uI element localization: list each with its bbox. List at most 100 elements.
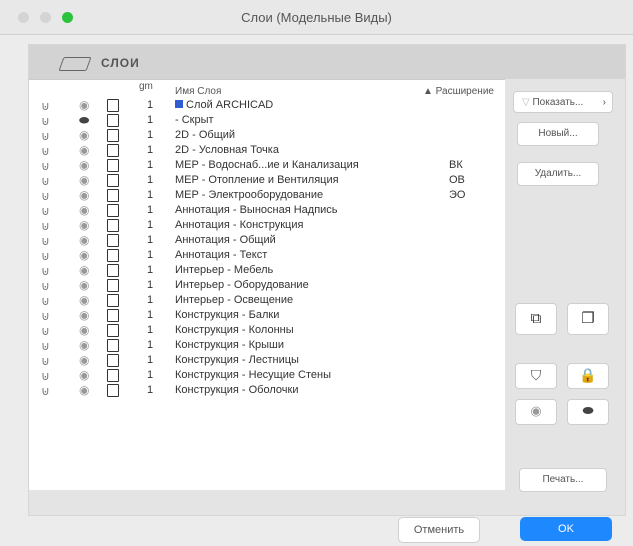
eye-open-icon[interactable]: ◉	[79, 368, 89, 383]
eye-open-icon[interactable]: ◉	[79, 383, 89, 398]
layer-page-icon[interactable]	[107, 114, 119, 127]
layer-name: 2D - Общий	[175, 129, 236, 141]
layer-page-icon[interactable]	[107, 339, 119, 352]
unlock-layers-icon[interactable]: ⛉	[515, 363, 557, 389]
eye-open-icon[interactable]: ◉	[79, 353, 89, 368]
column-header-name[interactable]: Имя Слоя	[175, 86, 221, 97]
delete-layer-button[interactable]: Удалить...	[517, 162, 599, 186]
eye-open-icon[interactable]: ◉	[79, 188, 89, 203]
lock-toggle-icon[interactable]: ⊍	[41, 99, 50, 114]
column-header-extension[interactable]: ▲ Расширение	[423, 86, 494, 97]
layer-row[interactable]: ⊍ ◉ 1 2D - Условная Точка	[29, 143, 505, 158]
eye-open-icon[interactable]: ◉	[79, 263, 89, 278]
layer-row[interactable]: ⊍ ◉ 1 Конструкция - Колонны	[29, 323, 505, 338]
layer-intersection-number: 1	[147, 159, 154, 171]
eye-open-icon[interactable]: ◉	[79, 98, 89, 113]
layer-row[interactable]: ⊍ ⬬ 1 - Скрыт	[29, 113, 505, 128]
layer-row[interactable]: ⊍ ◉ 1 Конструкция - Крыши	[29, 338, 505, 353]
layer-row[interactable]: ⊍ ◉ 1 Конструкция - Балки	[29, 308, 505, 323]
ok-button[interactable]: OK	[520, 517, 612, 541]
lock-toggle-icon[interactable]: ⊍	[41, 114, 50, 129]
eye-open-icon[interactable]: ◉	[79, 308, 89, 323]
lock-toggle-icon[interactable]: ⊍	[41, 159, 50, 174]
layer-row[interactable]: ⊍ ◉ 1 Аннотация - Выносная Надпись	[29, 203, 505, 218]
layer-page-icon[interactable]	[107, 234, 119, 247]
eye-closed-icon[interactable]: ⬬	[79, 113, 89, 128]
layer-page-icon[interactable]	[107, 309, 119, 322]
lock-toggle-icon[interactable]: ⊍	[41, 279, 50, 294]
new-layer-button[interactable]: Новый...	[517, 122, 599, 146]
lock-layers-icon[interactable]: 🔒	[567, 363, 609, 389]
eye-open-icon[interactable]: ◉	[79, 218, 89, 233]
layer-row[interactable]: ⊍ ◉ 1 Интерьер - Оборудование	[29, 278, 505, 293]
layer-page-icon[interactable]	[107, 264, 119, 277]
layer-row[interactable]: ⊍ ◉ 1 MEP - Отопление и Вентиляция ОВ	[29, 173, 505, 188]
lock-toggle-icon[interactable]: ⊍	[41, 309, 50, 324]
layer-page-icon[interactable]	[107, 99, 119, 112]
lock-toggle-icon[interactable]: ⊍	[41, 204, 50, 219]
layer-row[interactable]: ⊍ ◉ 1 MEP - Электрооборудование ЭО	[29, 188, 505, 203]
layer-page-icon[interactable]	[107, 294, 119, 307]
column-header-gm[interactable]: gm	[139, 81, 153, 92]
lock-toggle-icon[interactable]: ⊍	[41, 174, 50, 189]
eye-open-icon[interactable]: ◉	[79, 143, 89, 158]
merge-layers-icon[interactable]: ⧉	[515, 303, 557, 335]
lock-toggle-icon[interactable]: ⊍	[41, 189, 50, 204]
layer-page-icon[interactable]	[107, 369, 119, 382]
lock-toggle-icon[interactable]: ⊍	[41, 264, 50, 279]
lock-toggle-icon[interactable]: ⊍	[41, 129, 50, 144]
eye-open-icon[interactable]: ◉	[79, 323, 89, 338]
layer-row[interactable]: ⊍ ◉ 1 Интерьер - Освещение	[29, 293, 505, 308]
print-button[interactable]: Печать...	[519, 468, 607, 492]
layer-page-icon[interactable]	[107, 354, 119, 367]
eye-open-icon[interactable]: ◉	[79, 278, 89, 293]
layer-list[interactable]: gm Имя Слоя ▲ Расширение ⊍ ◉ 1 Слой ARCHICA…	[29, 79, 505, 490]
layer-page-icon[interactable]	[107, 144, 119, 157]
lock-toggle-icon[interactable]: ⊍	[41, 249, 50, 264]
layer-page-icon[interactable]	[107, 324, 119, 337]
layer-row[interactable]: ⊍ ◉ 1 Конструкция - Несущие Стены	[29, 368, 505, 383]
eye-open-icon[interactable]: ◉	[79, 158, 89, 173]
eye-open-icon[interactable]: ◉	[79, 293, 89, 308]
lock-toggle-icon[interactable]: ⊍	[41, 294, 50, 309]
layer-name: MEP - Электрооборудование	[175, 189, 324, 201]
lock-toggle-icon[interactable]: ⊍	[41, 369, 50, 384]
eye-open-icon[interactable]: ◉	[79, 248, 89, 263]
eye-open-icon[interactable]: ◉	[79, 173, 89, 188]
lock-toggle-icon[interactable]: ⊍	[41, 339, 50, 354]
layer-row[interactable]: ⊍ ◉ 1 Аннотация - Конструкция	[29, 218, 505, 233]
layer-row[interactable]: ⊍ ◉ 1 Аннотация - Текст	[29, 248, 505, 263]
layer-row[interactable]: ⊍ ◉ 1 Конструкция - Лестницы	[29, 353, 505, 368]
eye-open-icon[interactable]: ◉	[79, 338, 89, 353]
lock-toggle-icon[interactable]: ⊍	[41, 354, 50, 369]
layer-page-icon[interactable]	[107, 384, 119, 397]
duplicate-layers-icon[interactable]: ❐	[567, 303, 609, 335]
layer-page-icon[interactable]	[107, 204, 119, 217]
layer-row[interactable]: ⊍ ◉ 1 Интерьер - Мебель	[29, 263, 505, 278]
show-layers-eye-icon[interactable]: ◉	[515, 399, 557, 425]
layer-page-icon[interactable]	[107, 189, 119, 202]
layer-page-icon[interactable]	[107, 219, 119, 232]
layer-page-icon[interactable]	[107, 129, 119, 142]
lock-toggle-icon[interactable]: ⊍	[41, 234, 50, 249]
layer-row[interactable]: ⊍ ◉ 1 Слой ARCHICAD	[29, 98, 505, 113]
layer-row[interactable]: ⊍ ◉ 1 MEP - Водоснаб...ие и Канализация ВК	[29, 158, 505, 173]
lock-toggle-icon[interactable]: ⊍	[41, 219, 50, 234]
layer-row[interactable]: ⊍ ◉ 1 Конструкция - Оболочки	[29, 383, 505, 398]
layer-page-icon[interactable]	[107, 279, 119, 292]
lock-toggle-icon[interactable]: ⊍	[41, 324, 50, 339]
eye-open-icon[interactable]: ◉	[79, 203, 89, 218]
layer-row[interactable]: ⊍ ◉ 1 Аннотация - Общий	[29, 233, 505, 248]
lock-toggle-icon[interactable]: ⊍	[41, 144, 50, 159]
layer-page-icon[interactable]	[107, 159, 119, 172]
cancel-button[interactable]: Отменить	[398, 517, 480, 543]
lock-toggle-icon[interactable]: ⊍	[41, 384, 50, 399]
hide-layers-eye-icon[interactable]: ⬬	[567, 399, 609, 425]
layer-name: Интерьер - Оборудование	[175, 279, 309, 291]
layer-page-icon[interactable]	[107, 174, 119, 187]
eye-open-icon[interactable]: ◉	[79, 233, 89, 248]
layer-row[interactable]: ⊍ ◉ 1 2D - Общий	[29, 128, 505, 143]
eye-open-icon[interactable]: ◉	[79, 128, 89, 143]
show-dropdown[interactable]: ▽ Показать... ›	[513, 91, 613, 113]
layer-page-icon[interactable]	[107, 249, 119, 262]
